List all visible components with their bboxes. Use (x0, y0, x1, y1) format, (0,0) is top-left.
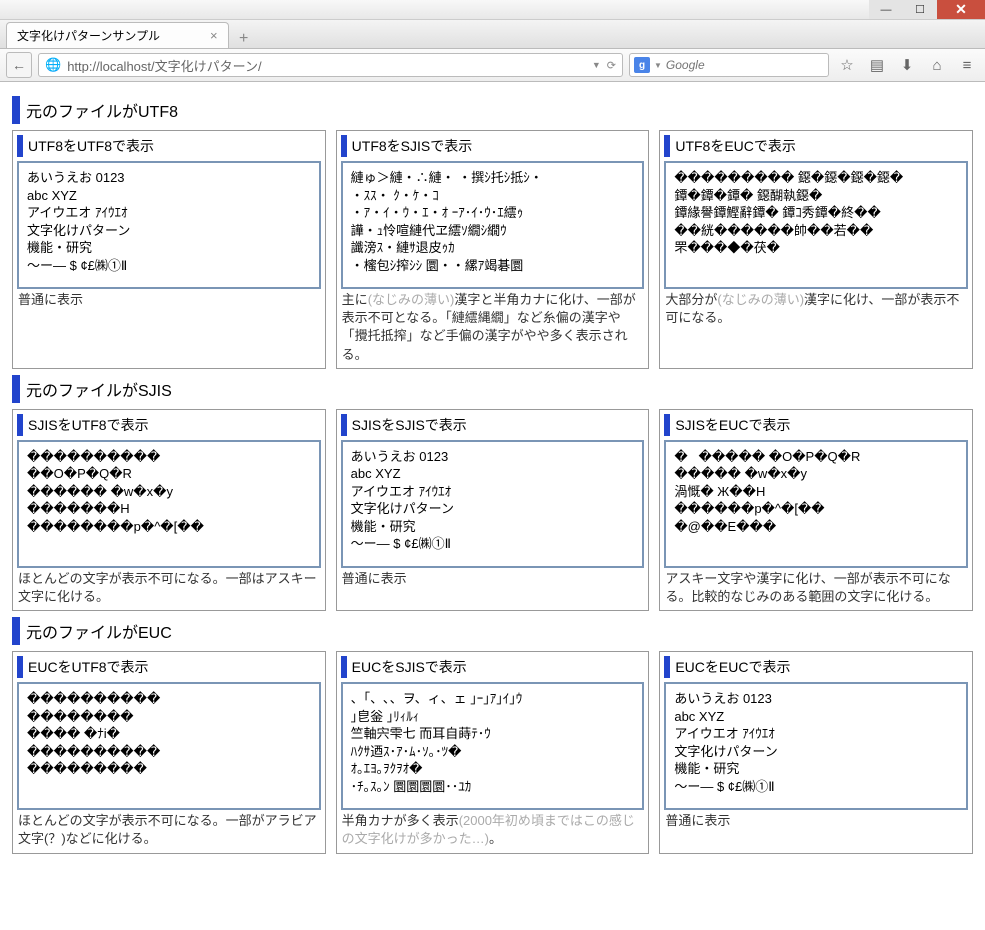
window-minimize-button[interactable]: — (869, 0, 903, 19)
card-heading: EUCをSJISで表示 (341, 656, 645, 678)
desc-text: 大部分が (665, 292, 717, 307)
card-description: 大部分が(なじみの薄い)漢字に化け、一部が表示不可になる。 (664, 289, 968, 327)
reader-icon[interactable]: ▤ (865, 53, 889, 77)
card-row: UTF8をUTF8で表示 あいうえお 0123 abc XYZ アイウエオ ｱｲ… (12, 130, 973, 369)
desc-faint: (なじみの薄い) (717, 292, 804, 307)
card-description: アスキー文字や漢字に化け、一部が表示不可になる。比較的なじみのある範囲の文字に化… (664, 568, 968, 606)
sample-box[interactable]: ���������� ��O�P�Q�R ������ �w�x�y �����… (17, 440, 321, 568)
desc-text: 普通に表示 (18, 292, 83, 307)
sample-box[interactable]: あいうえお 0123 abc XYZ アイウエオ ｱｲｳｴｵ 文字化けパターン … (17, 161, 321, 289)
sample-box[interactable]: 、｢、､、ヲ、ィ、ェ ｣ｰ｣ｱ｣ｲ｣ｳ ｣皀釡 ｣ﾘｨﾙｨ 竺軸宍雫七 而耳自蒔… (341, 682, 645, 810)
encoding-card: UTF8をEUCで表示 ��������� 鐚�鐚�鐚�鐚� 鐔�鐔�鐔� 鐚醐… (659, 130, 973, 369)
tab-bar: 文字化けパターンサンプル × + (0, 20, 985, 49)
encoding-card: UTF8をUTF8で表示 あいうえお 0123 abc XYZ アイウエオ ｱｲ… (12, 130, 326, 369)
card-description: 普通に表示 (17, 289, 321, 309)
window-maximize-button[interactable]: ☐ (903, 0, 937, 19)
sample-box[interactable]: あいうえお 0123 abc XYZ アイウエオ ｱｲｳｴｵ 文字化けパターン … (664, 682, 968, 810)
encoding-card: EUCをSJISで表示 、｢、､、ヲ、ィ、ェ ｣ｰ｣ｱ｣ｲ｣ｳ ｣皀釡 ｣ﾘｨﾙ… (336, 651, 650, 853)
card-description: ほとんどの文字が表示不可になる。一部がアラビア文字(？)などに化ける。 (17, 810, 321, 848)
url-box[interactable]: 🌐 ▼ ⟳ (38, 53, 623, 77)
search-input[interactable] (666, 58, 824, 72)
encoding-card: EUCをUTF8で表示 ���������� �������� ���� �ﾅi… (12, 651, 326, 853)
card-heading: SJISをEUCで表示 (664, 414, 968, 436)
url-input[interactable] (67, 58, 586, 73)
dropdown-icon[interactable]: ▼ (592, 60, 601, 70)
card-heading: SJISをSJISで表示 (341, 414, 645, 436)
card-heading: UTF8をEUCで表示 (664, 135, 968, 157)
sample-box[interactable]: 縺ゅ＞縺・∴縺・ ・撰ｼ托ｼ抵ｼ・ ・ｽｽ・ ｸ・ｹ・ｺ ・ｱ・ｲ・ｳ・ｴ・ｵ … (341, 161, 645, 289)
section-heading: 元のファイルがSJIS (12, 375, 973, 403)
tab-title: 文字化けパターンサンプル (17, 27, 160, 44)
desc-text: 普通に表示 (342, 571, 407, 586)
home-icon[interactable]: ⌂ (925, 53, 949, 77)
downloads-icon[interactable]: ⬇ (895, 53, 919, 77)
card-heading: UTF8をUTF8で表示 (17, 135, 321, 157)
desc-text: アスキー文字や漢字に化け、一部が表示不可になる。比較的なじみのある範囲の文字に化… (665, 571, 950, 604)
sample-box[interactable]: ��������� 鐚�鐚�鐚�鐚� 鐔�鐔�鐔� 鐚醐執鐚� 鐔緣譽鐔鰹辭鐔�… (664, 161, 968, 289)
card-heading: EUCをUTF8で表示 (17, 656, 321, 678)
card-description: 普通に表示 (341, 568, 645, 588)
desc-text: 半角カナが多く表示 (342, 813, 459, 828)
card-description: 主に(なじみの薄い)漢字と半角カナに化け、一部が表示不可となる。「縺繧縄繝」など… (341, 289, 645, 364)
globe-icon: 🌐 (45, 57, 61, 73)
card-description: 半角カナが多く表示(2000年初め頃まではこの感じの文字化けが多かった…)。 (341, 810, 645, 848)
desc-text: 。 (489, 831, 502, 846)
card-heading: EUCをEUCで表示 (664, 656, 968, 678)
card-row: EUCをUTF8で表示 ���������� �������� ���� �ﾅi… (12, 651, 973, 853)
google-icon: g (634, 57, 650, 73)
encoding-card: SJISをEUCで表示 � ����� �O�P�Q�R ����� �w�x�… (659, 409, 973, 611)
browser-window: — ☐ ✕ 文字化けパターンサンプル × + ← 🌐 ▼ ⟳ g ▼ ☆ ▤ ⬇… (0, 0, 985, 930)
card-description: 普通に表示 (664, 810, 968, 830)
window-titlebar: — ☐ ✕ (0, 0, 985, 20)
sample-box[interactable]: ���������� �������� ���� �ﾅi� ����������… (17, 682, 321, 810)
encoding-card: SJISをUTF8で表示 ���������� ��O�P�Q�R ������… (12, 409, 326, 611)
tab-close-icon[interactable]: × (210, 28, 218, 43)
encoding-card: EUCをEUCで表示 あいうえお 0123 abc XYZ アイウエオ ｱｲｳｴ… (659, 651, 973, 853)
card-description: ほとんどの文字が表示不可になる。一部はアスキー文字に化ける。 (17, 568, 321, 606)
bookmark-star-icon[interactable]: ☆ (835, 53, 859, 77)
desc-text: 普通に表示 (665, 813, 730, 828)
card-heading: SJISをUTF8で表示 (17, 414, 321, 436)
reload-icon[interactable]: ⟳ (607, 59, 616, 72)
encoding-card: SJISをSJISで表示 あいうえお 0123 abc XYZ アイウエオ ｱｲ… (336, 409, 650, 611)
browser-tab[interactable]: 文字化けパターンサンプル × (6, 22, 229, 48)
desc-text: ほとんどの文字が表示不可になる。一部がアラビア文字(？)などに化ける。 (18, 813, 317, 846)
new-tab-button[interactable]: + (231, 30, 257, 48)
card-row: SJISをUTF8で表示 ���������� ��O�P�Q�R ������… (12, 409, 973, 611)
encoding-card: UTF8をSJISで表示 縺ゅ＞縺・∴縺・ ・撰ｼ托ｼ抵ｼ・ ・ｽｽ・ ｸ・ｹ・… (336, 130, 650, 369)
back-button[interactable]: ← (6, 52, 32, 78)
address-bar: ← 🌐 ▼ ⟳ g ▼ ☆ ▤ ⬇ ⌂ ≡ (0, 49, 985, 82)
sample-box[interactable]: あいうえお 0123 abc XYZ アイウエオ ｱｲｳｴｵ 文字化けパターン … (341, 440, 645, 568)
window-close-button[interactable]: ✕ (937, 0, 985, 19)
desc-text: 主に (342, 292, 368, 307)
search-dropdown-icon[interactable]: ▼ (654, 61, 662, 70)
section-heading: 元のファイルがUTF8 (12, 96, 973, 124)
sample-box[interactable]: � ����� �O�P�Q�R ����� �w�x�y 渦慨� Ж��H �… (664, 440, 968, 568)
section-heading: 元のファイルがEUC (12, 617, 973, 645)
menu-icon[interactable]: ≡ (955, 53, 979, 77)
search-box[interactable]: g ▼ (629, 53, 829, 77)
card-heading: UTF8をSJISで表示 (341, 135, 645, 157)
desc-text: ほとんどの文字が表示不可になる。一部はアスキー文字に化ける。 (18, 571, 317, 604)
page-content: 元のファイルがUTF8 UTF8をUTF8で表示 あいうえお 0123 abc … (0, 82, 985, 930)
desc-faint: (なじみの薄い) (368, 292, 455, 307)
